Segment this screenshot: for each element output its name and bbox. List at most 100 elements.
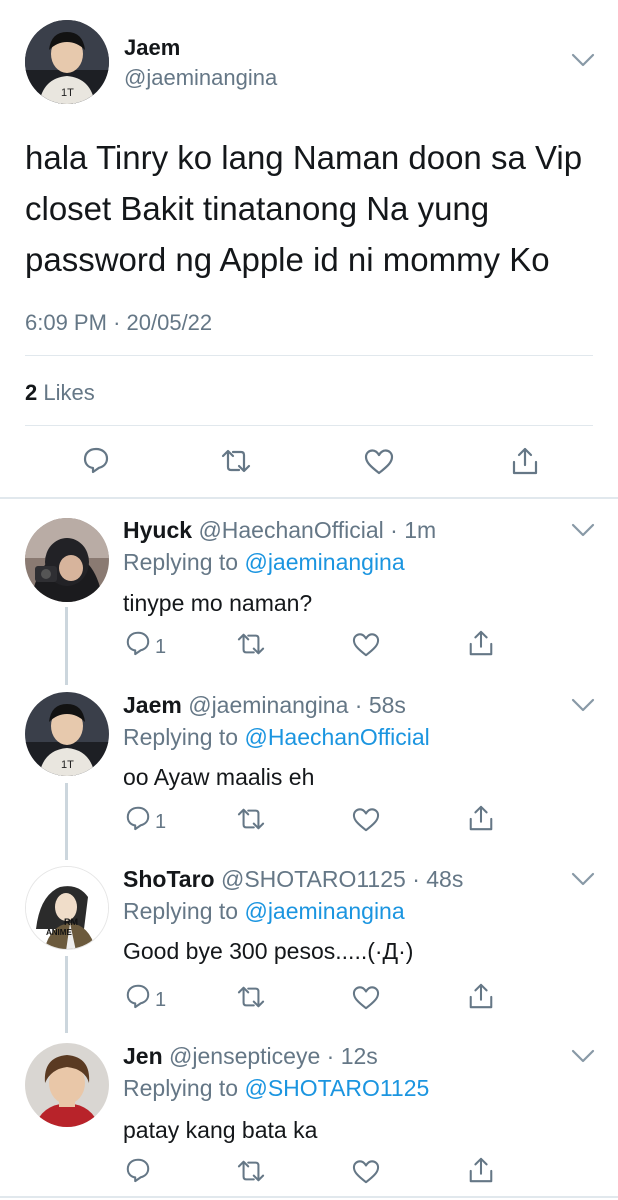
reply-author-name[interactable]: Jaem — [123, 692, 182, 718]
divider — [25, 355, 593, 356]
like-button[interactable] — [352, 807, 380, 833]
retweet-icon — [237, 986, 265, 1008]
reply-count: 1 — [155, 989, 167, 1011]
replying-to-link[interactable]: @jaeminangina — [244, 549, 404, 575]
reply-button[interactable]: 1 — [125, 630, 166, 659]
bottom-divider — [0, 1196, 618, 1198]
likes-count: 2 — [25, 380, 38, 405]
reply-author-handle[interactable]: @SHOTARO1125 — [221, 866, 406, 892]
share-button[interactable] — [510, 446, 540, 476]
chevron-down-icon[interactable] — [571, 697, 595, 713]
avatar-logo-text: RM — [64, 917, 78, 927]
svg-text:1T: 1T — [61, 759, 74, 771]
reply-icon — [126, 631, 150, 656]
likes-label: Likes — [43, 380, 95, 405]
svg-text:1T: 1T — [61, 87, 74, 99]
chevron-down-icon[interactable] — [571, 522, 595, 538]
reply-header[interactable]: Hyuck @HaechanOfficial · 1m — [123, 517, 436, 544]
retweet-button[interactable] — [235, 631, 267, 657]
reply-header[interactable]: Jaem @jaeminangina · 58s — [123, 692, 406, 719]
chevron-down-icon[interactable] — [571, 52, 595, 68]
replying-to-label: Replying to — [123, 724, 239, 750]
replying-to-link[interactable]: @SHOTARO1125 — [244, 1075, 429, 1101]
reply-author-handle[interactable]: @HaechanOfficial — [198, 517, 383, 543]
heart-icon — [364, 449, 394, 475]
tweet-date: 20/05/22 — [126, 310, 213, 335]
divider — [25, 425, 593, 426]
retweet-icon — [237, 633, 265, 655]
retweet-button[interactable] — [235, 984, 267, 1010]
replying-to: Replying to @jaeminangina — [123, 549, 405, 576]
reply-icon — [83, 447, 109, 474]
share-icon — [469, 630, 493, 656]
section-divider — [0, 497, 618, 499]
tweet-line: closet Bakit tinatanong Na yung — [25, 190, 490, 227]
separator-dot: · — [113, 310, 121, 335]
chevron-down-icon[interactable] — [571, 871, 595, 887]
reply-text: Good bye 300 pesos.....(·Д·) — [123, 938, 414, 964]
thread-line — [65, 607, 68, 685]
replying-to-label: Replying to — [123, 549, 239, 575]
like-button[interactable] — [364, 448, 394, 476]
main-avatar[interactable]: 1T — [25, 20, 109, 104]
share-button[interactable] — [467, 629, 495, 657]
reply-author-handle[interactable]: @jaeminangina — [188, 692, 348, 718]
reply-time: 58s — [368, 692, 406, 718]
reply-icon — [126, 984, 150, 1009]
reply-author-name[interactable]: Jen — [123, 1043, 163, 1069]
likes-stat[interactable]: 2 Likes — [25, 380, 95, 406]
retweet-button[interactable] — [219, 447, 253, 475]
share-button[interactable] — [467, 1156, 495, 1184]
share-icon — [512, 447, 538, 475]
reply-icon — [126, 806, 150, 831]
thread-line — [65, 956, 68, 1033]
chevron-down-icon[interactable] — [571, 1048, 595, 1064]
reply-time: 48s — [426, 866, 464, 892]
reply-avatar[interactable]: RM ANIME — [25, 866, 109, 950]
reply-author-name[interactable]: ShoTaro — [123, 866, 215, 892]
reply-header[interactable]: Jen @jensepticeye · 12s — [123, 1043, 378, 1070]
retweet-button[interactable] — [235, 806, 267, 832]
tweet-line: password ng Apple id ni mommy Ko — [25, 241, 550, 278]
separator-dot: · — [383, 517, 405, 543]
like-button[interactable] — [352, 1159, 380, 1185]
reply-button[interactable] — [82, 446, 110, 474]
tweet-time: 6:09 PM — [25, 310, 107, 335]
replying-to-label: Replying to — [123, 898, 239, 924]
reply-button[interactable]: 1 — [125, 983, 166, 1012]
reply-button[interactable] — [125, 1157, 155, 1183]
share-button[interactable] — [467, 804, 495, 832]
reply-header[interactable]: ShoTaro @SHOTARO1125 · 48s — [123, 866, 463, 893]
tweet-line: hala Tinry ko lang Naman doon sa Vip — [25, 139, 583, 176]
reply-avatar[interactable] — [25, 1043, 109, 1127]
replying-to: Replying to @SHOTARO1125 — [123, 1075, 429, 1102]
share-button[interactable] — [467, 982, 495, 1010]
reply-text: patay kang bata ka — [123, 1117, 318, 1143]
reply-time: 12s — [340, 1043, 378, 1069]
main-author-name[interactable]: Jaem — [124, 35, 180, 61]
reply-avatar[interactable]: 1T — [25, 692, 109, 776]
like-button[interactable] — [352, 632, 380, 658]
reply-author-handle[interactable]: @jensepticeye — [169, 1043, 320, 1069]
heart-icon — [352, 633, 380, 657]
heart-icon — [352, 1160, 380, 1184]
replying-to-label: Replying to — [123, 1075, 239, 1101]
reply-text: oo Ayaw maalis eh — [123, 764, 315, 790]
replying-to-link[interactable]: @HaechanOfficial — [244, 724, 429, 750]
main-author-handle[interactable]: @jaeminangina — [124, 65, 277, 91]
retweet-button[interactable] — [235, 1158, 267, 1184]
reply-author-name[interactable]: Hyuck — [123, 517, 192, 543]
reply-avatar[interactable] — [25, 518, 109, 602]
retweet-icon — [237, 808, 265, 830]
replying-to-link[interactable]: @jaeminangina — [244, 898, 404, 924]
main-tweet-text: hala Tinry ko lang Naman doon sa Vip clo… — [25, 132, 582, 285]
reply-button[interactable]: 1 — [125, 805, 166, 834]
thread-line — [65, 783, 68, 860]
reply-count: 1 — [155, 636, 167, 658]
like-button[interactable] — [352, 985, 380, 1011]
reply-icon — [126, 1158, 150, 1183]
tweet-timestamp[interactable]: 6:09 PM · 20/05/22 — [25, 310, 212, 336]
reply-count: 1 — [155, 811, 167, 833]
replying-to: Replying to @HaechanOfficial — [123, 724, 430, 751]
heart-icon — [352, 808, 380, 832]
